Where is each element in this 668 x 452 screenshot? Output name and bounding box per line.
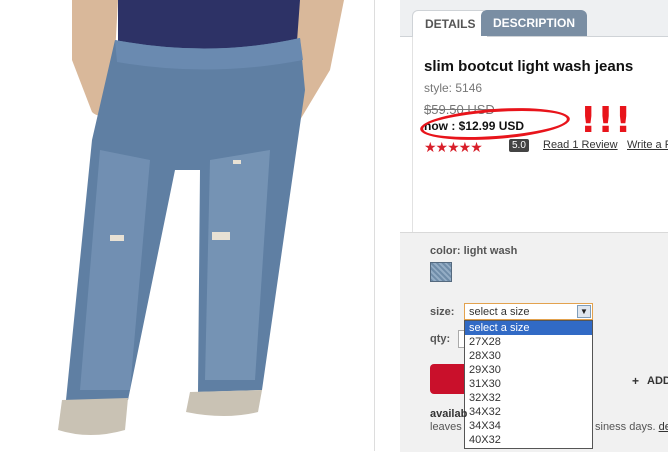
add-to-wishlist-link[interactable]: ADD xyxy=(647,375,668,387)
plus-icon: + xyxy=(632,374,640,388)
business-days-label: siness days. xyxy=(595,421,656,433)
color-label: color: light wash xyxy=(430,245,518,257)
qty-label: qty: xyxy=(430,333,451,345)
size-select[interactable]: select a size ▼ xyxy=(464,303,593,320)
size-option[interactable]: 32X32 xyxy=(465,391,592,405)
product-image xyxy=(0,0,372,451)
size-option[interactable]: 28X30 xyxy=(465,349,592,363)
business-days-text: siness days. det xyxy=(595,421,668,433)
size-select-value: select a size xyxy=(469,306,530,318)
product-title: slim bootcut light wash jeans xyxy=(424,58,634,75)
size-label: size: xyxy=(430,306,455,318)
availability-label: availab xyxy=(430,408,468,420)
size-dropdown-list: select a size 27X28 28X30 29X30 31X30 32… xyxy=(464,320,593,449)
read-review-link[interactable]: Read 1 Review xyxy=(543,139,618,151)
color-swatch[interactable] xyxy=(430,262,452,282)
size-option[interactable]: 29X30 xyxy=(465,363,592,377)
size-option[interactable]: 31X30 xyxy=(465,377,592,391)
write-review-link[interactable]: Write a R xyxy=(627,139,668,151)
rating-badge: 5.0 xyxy=(509,139,529,152)
details-link[interactable]: det xyxy=(659,421,668,433)
tab-description[interactable]: DESCRIPTION xyxy=(481,10,588,36)
shipping-text: leaves xyxy=(430,421,462,433)
divider xyxy=(374,0,375,451)
size-option[interactable]: 34X32 xyxy=(465,405,592,419)
tab-details[interactable]: DETAILS xyxy=(412,10,489,38)
size-option[interactable]: 40X32 xyxy=(465,433,592,447)
size-option[interactable]: 27X28 xyxy=(465,335,592,349)
product-style: style: 5146 xyxy=(424,81,483,95)
add-to-bag-button[interactable] xyxy=(430,364,464,394)
size-option[interactable]: 34X34 xyxy=(465,419,592,433)
size-option[interactable]: select a size xyxy=(465,321,592,335)
exclamation-annotation: !!! xyxy=(580,100,633,141)
jeans-illustration xyxy=(58,0,344,435)
star-rating-icon: ★★★★★ xyxy=(424,139,483,155)
chevron-down-icon[interactable]: ▼ xyxy=(577,305,591,318)
